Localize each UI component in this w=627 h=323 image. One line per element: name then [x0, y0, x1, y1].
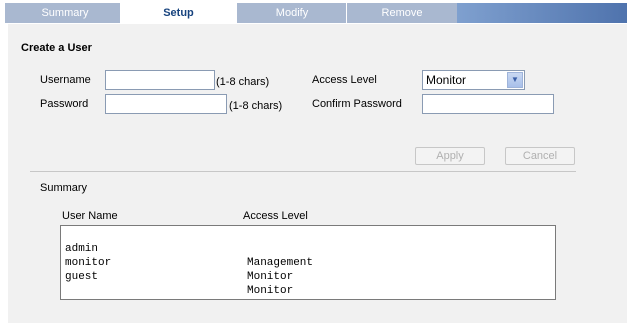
tab-remove[interactable]: Remove	[347, 3, 457, 23]
tab-bar: Summary Setup Modify Remove	[0, 0, 627, 25]
password-hint: (1-8 chars)	[229, 100, 283, 112]
confirm-password-input[interactable]	[422, 94, 554, 114]
password-input[interactable]	[105, 94, 227, 114]
user-list[interactable]: admin Management monitor Monitor guest M…	[60, 225, 556, 300]
password-label: Password	[40, 98, 89, 110]
divider	[30, 171, 576, 172]
access-level-label: Access Level	[312, 74, 377, 86]
section-title-create-user: Create a User	[21, 42, 92, 54]
access-level-value: Monitor	[426, 73, 467, 87]
list-item-access-level: Monitor	[247, 271, 294, 283]
tab-bar-fill	[457, 3, 627, 23]
username-input[interactable]	[105, 70, 215, 90]
access-level-select[interactable]: Monitor ▼	[422, 70, 525, 90]
username-hint: (1-8 chars)	[216, 76, 270, 88]
username-label: Username	[40, 74, 91, 86]
list-item-username: guest	[65, 271, 99, 283]
column-header-access-level: Access Level	[243, 210, 308, 222]
chevron-down-icon[interactable]: ▼	[507, 72, 523, 88]
apply-button[interactable]: Apply	[415, 147, 485, 165]
tab-summary[interactable]: Summary	[5, 3, 125, 23]
list-item[interactable]: guest Monitor	[65, 256, 293, 297]
list-item[interactable]: admin Management	[65, 228, 313, 269]
tab-setup[interactable]: Setup	[120, 3, 237, 23]
list-item[interactable]: monitor Monitor	[65, 242, 293, 283]
list-item-access-level: Monitor	[247, 285, 294, 297]
tab-modify[interactable]: Modify	[237, 3, 347, 23]
tab-divider	[236, 3, 237, 23]
tab-divider	[346, 3, 347, 23]
cancel-button[interactable]: Cancel	[505, 147, 575, 165]
summary-title: Summary	[40, 182, 88, 194]
list-item-access-level: Management	[247, 257, 314, 269]
column-header-username: User Name	[62, 210, 118, 222]
confirm-password-label: Confirm Password	[312, 98, 402, 110]
